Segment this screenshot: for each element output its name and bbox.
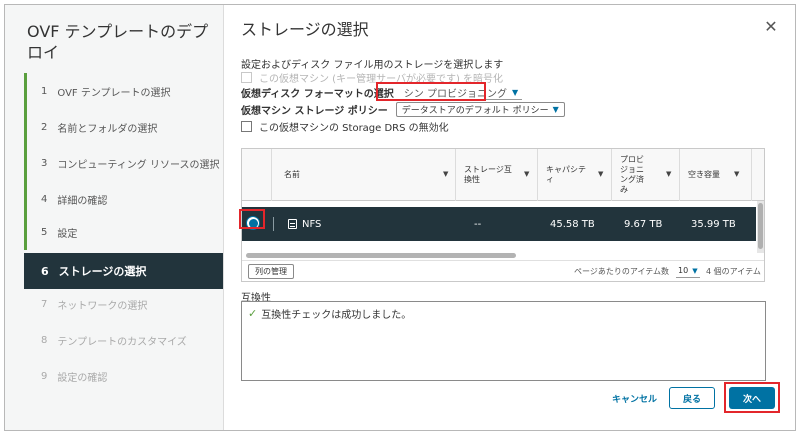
cell-compat: -- bbox=[474, 218, 482, 230]
per-page-select[interactable]: 10 ▼ bbox=[676, 264, 700, 278]
drs-option: この仮想マシンの Storage DRS の無効化 bbox=[241, 119, 449, 134]
page-description: 設定およびディスク ファイル用のストレージを選択します bbox=[241, 60, 504, 71]
wizard-step-9: 9 設定の確認 bbox=[24, 358, 223, 394]
datastore-table: 名前 ▼ ストレージ互換性 ▼ キャパシティ ▼ プロビジョニング済み ▼ 空き… bbox=[241, 148, 765, 282]
storage-policy-row: 仮想マシン ストレージ ポリシー データストアのデフォルト ポリシー ▼ bbox=[241, 102, 565, 117]
datastore-icon bbox=[288, 219, 297, 229]
filter-icon[interactable]: ▼ bbox=[666, 170, 671, 178]
filter-icon[interactable]: ▼ bbox=[598, 170, 603, 178]
wizard-step-4[interactable]: 4 詳細の確認 bbox=[24, 181, 223, 217]
wizard-step-3[interactable]: 3 コンピューティング リソースの選択 bbox=[24, 145, 223, 181]
chevron-down-icon: ▼ bbox=[692, 266, 698, 275]
header-select-col bbox=[242, 149, 272, 201]
table-header: 名前 ▼ ストレージ互換性 ▼ キャパシティ ▼ プロビジョニング済み ▼ 空き… bbox=[242, 149, 764, 201]
vertical-scrollbar[interactable] bbox=[757, 201, 764, 253]
table-row[interactable]: NFS -- 45.58 TB 9.67 TB 35.99 TB bbox=[242, 207, 756, 241]
items-count: 4 個のアイテム bbox=[706, 267, 761, 276]
step-label: 設定の確認 bbox=[57, 372, 108, 384]
drs-checkbox[interactable] bbox=[241, 121, 252, 132]
row-select-radio[interactable] bbox=[246, 216, 260, 230]
wizard-step-1[interactable]: 1 OVF テンプレートの選択 bbox=[24, 73, 223, 109]
encrypt-option: この仮想マシン (キー管理サーバが必要です) を暗号化 bbox=[241, 70, 503, 85]
per-page-label: ページあたりのアイテム数 bbox=[574, 267, 670, 276]
cell-free: 35.99 TB bbox=[691, 218, 736, 230]
step-number: 4 bbox=[41, 193, 48, 205]
cell-capacity: 45.58 TB bbox=[550, 218, 595, 230]
filter-icon[interactable]: ▼ bbox=[524, 170, 529, 178]
filter-icon[interactable]: ▼ bbox=[443, 170, 448, 178]
table-footer: 列の管理 ページあたりのアイテム数 10 ▼ 4 個のアイテム bbox=[242, 260, 764, 282]
storage-policy-label: 仮想マシン ストレージ ポリシー bbox=[241, 106, 388, 117]
step-number: 9 bbox=[41, 370, 48, 382]
wizard-step-5[interactable]: 5 設定 bbox=[24, 214, 223, 250]
step-number: 1 bbox=[41, 85, 48, 97]
drs-label: この仮想マシンの Storage DRS の無効化 bbox=[259, 123, 449, 134]
step-label: 名前とフォルダの選択 bbox=[57, 123, 158, 135]
chevron-down-icon: ▼ bbox=[511, 87, 519, 97]
disk-format-value: シン プロビジョニング bbox=[403, 88, 507, 100]
wizard-step-8: 8 テンプレートのカスタマイズ bbox=[24, 322, 223, 358]
page-title: ストレージの選択 bbox=[241, 20, 369, 39]
step-number: 8 bbox=[41, 334, 48, 346]
wizard-step-7: 7 ネットワークの選択 bbox=[24, 286, 223, 322]
disk-format-label: 仮想ディスク フォーマットの選択 bbox=[241, 89, 394, 100]
filter-icon[interactable]: ▼ bbox=[734, 170, 739, 178]
step-label: ストレージの選択 bbox=[58, 265, 147, 278]
header-name[interactable]: 名前 bbox=[272, 149, 456, 201]
disk-format-row: 仮想ディスク フォーマットの選択 シン プロビジョニング ▼ bbox=[241, 85, 523, 100]
compatibility-box: ✓ 互換性チェックは成功しました。 bbox=[241, 301, 766, 381]
next-button[interactable]: 次へ bbox=[729, 387, 775, 409]
chevron-down-icon: ▼ bbox=[552, 105, 559, 114]
back-button[interactable]: 戻る bbox=[669, 387, 715, 409]
step-label: コンピューティング リソースの選択 bbox=[57, 159, 220, 171]
wizard-title: OVF テンプレートのデプロイ bbox=[27, 22, 209, 62]
step-number: 3 bbox=[41, 157, 48, 169]
header-free[interactable]: 空き容量 bbox=[680, 149, 752, 201]
encrypt-checkbox[interactable] bbox=[241, 72, 252, 83]
manage-columns-button[interactable]: 列の管理 bbox=[248, 264, 294, 279]
close-icon[interactable]: ✕ bbox=[764, 19, 778, 35]
step-number: 7 bbox=[41, 298, 48, 310]
compatibility-message: ✓ 互換性チェックは成功しました。 bbox=[248, 307, 412, 321]
cancel-button[interactable]: キャンセル bbox=[604, 387, 665, 409]
step-label: ネットワークの選択 bbox=[57, 300, 148, 312]
horizontal-scrollbar[interactable] bbox=[246, 253, 516, 258]
wizard-step-2[interactable]: 2 名前とフォルダの選択 bbox=[24, 109, 223, 145]
step-label: OVF テンプレートの選択 bbox=[57, 87, 171, 99]
step-label: 詳細の確認 bbox=[57, 195, 108, 207]
step-number: 2 bbox=[41, 121, 48, 133]
cell-provisioned: 9.67 TB bbox=[624, 218, 663, 230]
row-divider bbox=[273, 217, 274, 231]
step-number: 5 bbox=[41, 226, 48, 238]
step-number: 6 bbox=[41, 264, 49, 278]
cell-name: NFS bbox=[288, 207, 321, 241]
wizard-step-6-active[interactable]: 6 ストレージの選択 bbox=[24, 253, 223, 289]
encrypt-label: この仮想マシン (キー管理サーバが必要です) を暗号化 bbox=[259, 74, 504, 85]
step-label: 設定 bbox=[57, 228, 78, 240]
step-label: テンプレートのカスタマイズ bbox=[57, 336, 187, 348]
storage-policy-value: データストアのデフォルト ポリシー bbox=[401, 106, 549, 116]
disk-format-select[interactable]: シン プロビジョニング ▼ bbox=[399, 85, 523, 100]
storage-policy-select[interactable]: データストアのデフォルト ポリシー ▼ bbox=[395, 102, 565, 117]
check-icon: ✓ bbox=[248, 307, 258, 320]
